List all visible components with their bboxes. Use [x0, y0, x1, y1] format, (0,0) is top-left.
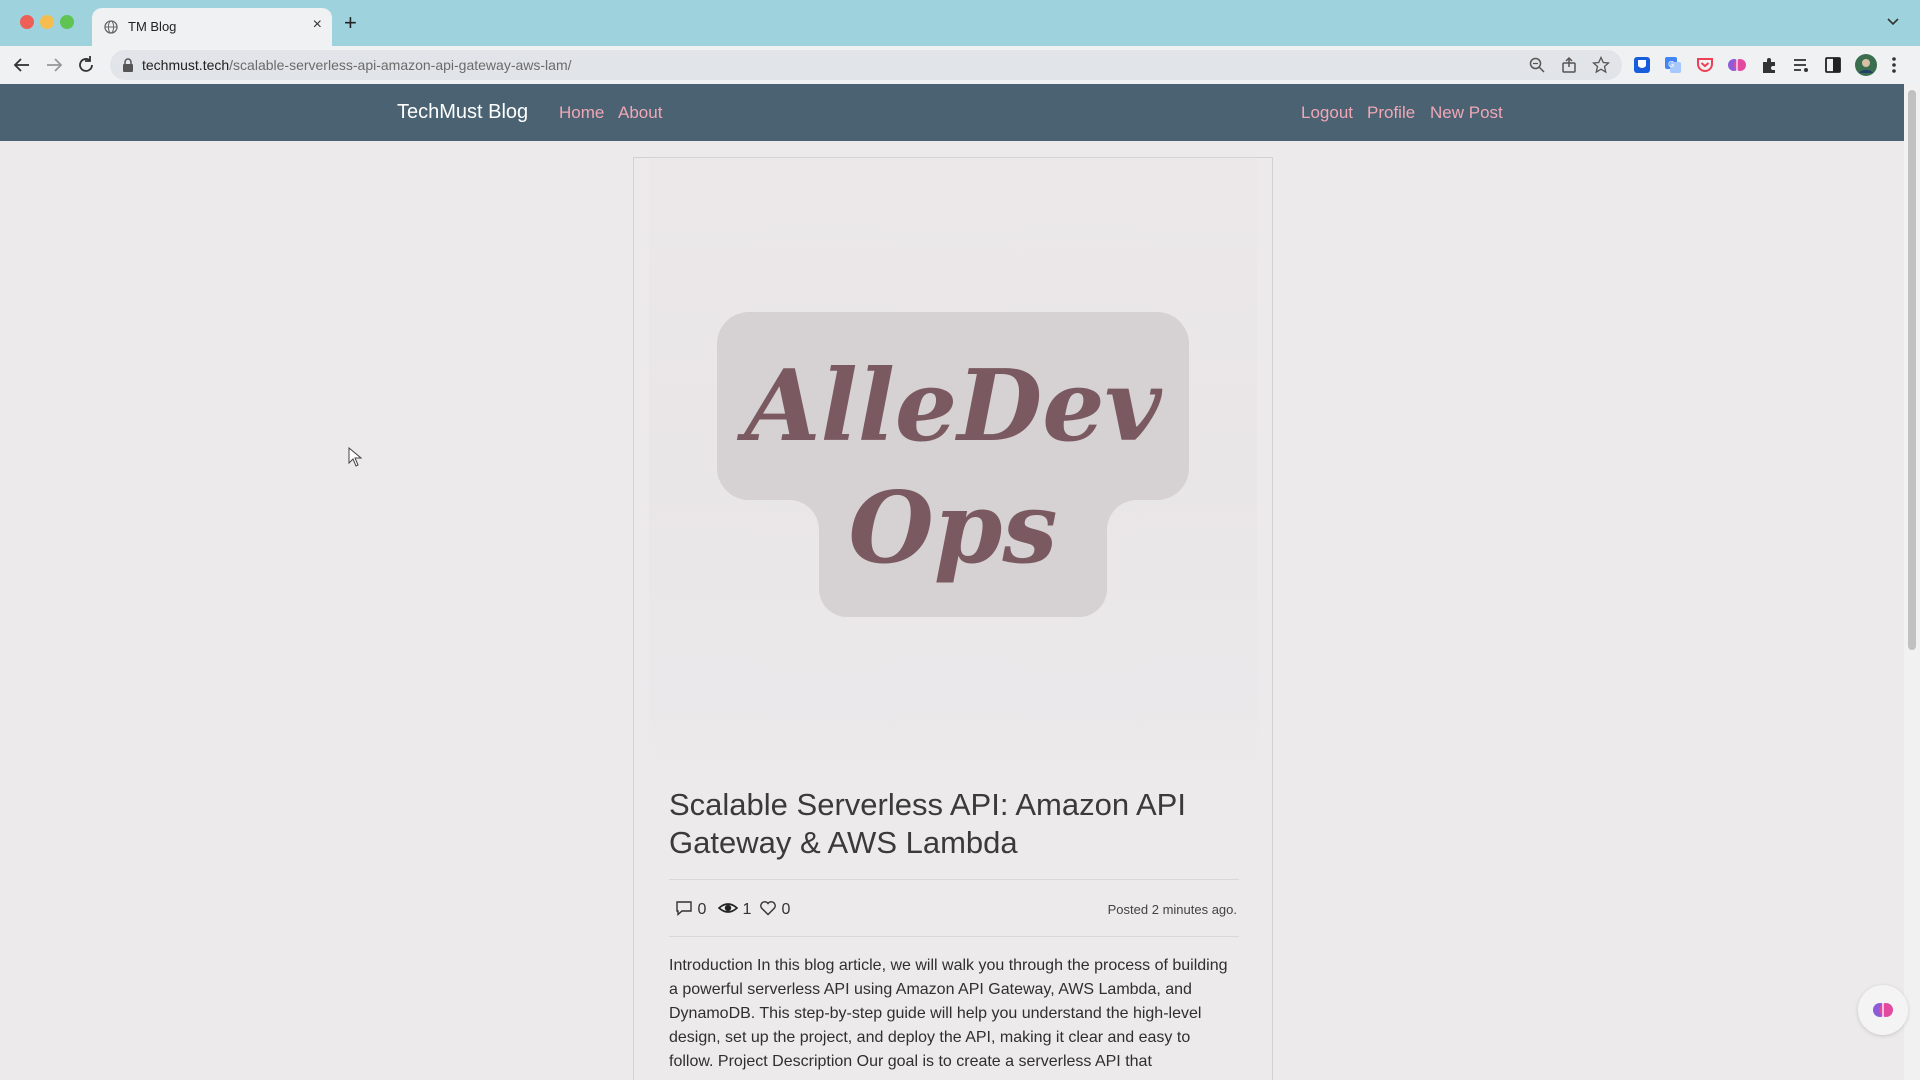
posted-time: Posted 2 minutes ago. [1107, 902, 1237, 917]
post-cover-image: AlleDev Ops [649, 159, 1257, 767]
nav-link-home[interactable]: Home [559, 103, 604, 123]
post-card: AlleDev Ops Scalable Serverless API: Ama… [633, 157, 1273, 1080]
post-body: Introduction In this blog article, we wi… [669, 957, 1228, 1070]
views-count: 1 [717, 899, 752, 921]
puzzle-icon[interactable] [1759, 55, 1779, 75]
back-icon[interactable] [11, 54, 33, 76]
browser-tab[interactable]: TM Blog × [92, 8, 332, 46]
views-value: 1 [742, 901, 752, 918]
site-brand[interactable]: TechMust Blog [397, 101, 528, 124]
brain-icon [1873, 1003, 1893, 1017]
divider [669, 879, 1239, 880]
address-bar[interactable]: techmust.tech/scalable-serverless-api-am… [110, 50, 1622, 80]
profile-avatar[interactable] [1855, 54, 1877, 76]
nav-link-logout[interactable]: Logout [1301, 103, 1353, 123]
url-path: /scalable-serverless-api-amazon-api-gate… [229, 57, 572, 73]
logo-text-line2: Ops [848, 471, 1057, 586]
page-scrollbar[interactable] [1904, 84, 1920, 1080]
mouse-cursor-icon [348, 447, 362, 467]
svg-text:G: G [1668, 60, 1674, 69]
close-window-button[interactable] [20, 15, 34, 29]
logo-text-line1: AlleDev [736, 349, 1162, 464]
tab-title: TM Blog [128, 19, 177, 34]
side-panel-icon[interactable] [1823, 55, 1843, 75]
chevron-down-icon[interactable] [1886, 15, 1900, 29]
floating-assistant-button[interactable] [1858, 985, 1908, 1035]
pocket-icon[interactable] [1695, 55, 1715, 75]
lock-icon[interactable] [122, 58, 134, 72]
tab-close-button[interactable]: × [313, 16, 322, 34]
reload-icon[interactable] [75, 54, 97, 76]
nav-link-profile[interactable]: Profile [1367, 103, 1415, 123]
bookmark-star-icon[interactable] [1592, 56, 1610, 74]
url-text[interactable]: techmust.tech/scalable-serverless-api-am… [142, 57, 572, 73]
reading-list-icon[interactable] [1791, 55, 1811, 75]
post-title: Scalable Serverless API: Amazon API Gate… [669, 787, 1186, 860]
url-host: techmust.tech [142, 57, 230, 73]
comment-icon [676, 901, 692, 917]
scrollbar-thumb[interactable] [1908, 90, 1916, 650]
maximize-window-button[interactable] [60, 15, 74, 29]
nav-link-about[interactable]: About [618, 103, 662, 123]
divider [669, 936, 1239, 937]
site-navbar: TechMust Blog Home About Logout Profile … [0, 84, 1904, 141]
comments-count[interactable]: 0 [675, 899, 706, 921]
browser-tabstrip: TM Blog × + [0, 0, 1920, 46]
zoom-icon[interactable] [1528, 56, 1546, 74]
likes-count[interactable]: 0 [759, 899, 790, 921]
minimize-window-button[interactable] [40, 15, 54, 29]
browser-toolbar: techmust.tech/scalable-serverless-api-am… [0, 46, 1920, 84]
alledevops-logo: AlleDev Ops [717, 312, 1189, 617]
brain-extension-icon[interactable] [1727, 55, 1747, 75]
new-tab-button[interactable]: + [344, 12, 357, 34]
heart-icon [760, 901, 776, 916]
nav-link-new-post[interactable]: New Post [1430, 103, 1503, 123]
forward-icon[interactable] [43, 54, 65, 76]
translate-icon[interactable]: G [1663, 55, 1683, 75]
share-icon[interactable] [1560, 56, 1578, 74]
eye-icon [717, 903, 739, 913]
comments-value: 0 [697, 901, 707, 918]
menu-icon[interactable] [1889, 55, 1899, 75]
globe-icon [104, 20, 118, 34]
likes-value: 0 [781, 901, 791, 918]
bitwarden-icon[interactable] [1632, 55, 1652, 75]
